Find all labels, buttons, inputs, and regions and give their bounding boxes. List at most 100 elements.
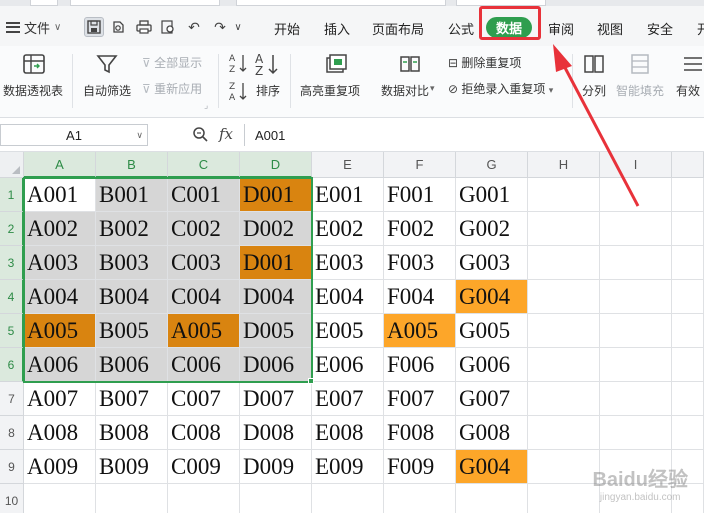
column-header-g[interactable]: G [456, 152, 528, 178]
tab-security[interactable]: 安全 [647, 19, 673, 38]
split-column-button[interactable]: 分列 [576, 46, 612, 116]
cell[interactable]: G008 [456, 416, 528, 450]
cell[interactable]: C007 [168, 382, 240, 416]
row-header-4[interactable]: 4 [0, 280, 24, 314]
cell[interactable] [600, 416, 672, 450]
cell[interactable]: B006 [96, 348, 168, 382]
cell[interactable]: E008 [312, 416, 384, 450]
data-compare-button[interactable]: 数据对比 ▾ [378, 46, 440, 116]
auto-filter-button[interactable]: 自动筛选 [80, 46, 136, 116]
cell[interactable]: F004 [384, 280, 456, 314]
tab-review[interactable]: 审阅 [548, 19, 574, 38]
chevron-down-icon[interactable]: ∨ [136, 130, 143, 141]
row-header-5[interactable]: 5 [0, 314, 24, 348]
cell[interactable] [528, 348, 600, 382]
column-header-a[interactable]: A [24, 152, 96, 178]
row-header-6[interactable]: 6 [0, 348, 24, 382]
remove-duplicates-button[interactable]: ⊟ 删除重复项 [448, 54, 521, 71]
show-all-button[interactable]: ⊽ 全部显示 [142, 54, 202, 71]
cell[interactable]: F003 [384, 246, 456, 280]
fill-handle[interactable] [308, 378, 314, 384]
tab-overflow[interactable]: 开 [697, 19, 704, 38]
cell[interactable]: E002 [312, 212, 384, 246]
cell[interactable]: C008 [168, 416, 240, 450]
cell[interactable]: G003 [456, 246, 528, 280]
column-header-i[interactable]: I [600, 152, 672, 178]
cell[interactable]: A003 [24, 246, 96, 280]
cell[interactable] [528, 450, 600, 484]
select-all-corner[interactable] [0, 152, 24, 178]
dialog-launcher-icon[interactable]: ⌟ [204, 100, 208, 111]
fx-icon[interactable]: fx [219, 125, 233, 143]
cell[interactable]: C004 [168, 280, 240, 314]
cell[interactable]: C001 [168, 178, 240, 212]
cell[interactable]: D009 [240, 450, 312, 484]
tab-insert[interactable]: 插入 [324, 19, 350, 38]
cell[interactable]: D002 [240, 212, 312, 246]
cell[interactable]: B001 [96, 178, 168, 212]
cell[interactable]: G001 [456, 178, 528, 212]
cell[interactable]: D005 [240, 314, 312, 348]
cell[interactable] [384, 484, 456, 513]
cell[interactable]: A002 [24, 212, 96, 246]
cell[interactable] [672, 178, 704, 212]
cell[interactable] [528, 280, 600, 314]
row-header-1[interactable]: 1 [0, 178, 24, 212]
smart-fill-button[interactable]: 智能填充 [614, 46, 666, 116]
cell[interactable]: C003 [168, 246, 240, 280]
cell[interactable]: E009 [312, 450, 384, 484]
cell[interactable] [600, 212, 672, 246]
cell[interactable]: C009 [168, 450, 240, 484]
redo-icon[interactable]: ↷ [210, 17, 230, 37]
cell[interactable]: E004 [312, 280, 384, 314]
find-icon[interactable] [158, 17, 178, 37]
cell[interactable] [600, 280, 672, 314]
row-header-9[interactable]: 9 [0, 450, 24, 484]
cell[interactable] [672, 348, 704, 382]
column-header-partial[interactable] [672, 152, 704, 178]
column-header-c[interactable]: C [168, 152, 240, 178]
cell[interactable]: E006 [312, 348, 384, 382]
cell[interactable] [672, 314, 704, 348]
undo-icon[interactable]: ↶ [184, 17, 204, 37]
cell[interactable] [528, 246, 600, 280]
highlight-duplicates-button[interactable]: 高亮重复项 [298, 46, 374, 116]
cell[interactable]: F008 [384, 416, 456, 450]
cell[interactable]: D007 [240, 382, 312, 416]
name-box[interactable]: A1 ∨ [0, 124, 148, 146]
cell[interactable]: C006 [168, 348, 240, 382]
cell[interactable] [672, 246, 704, 280]
cell[interactable]: D006 [240, 348, 312, 382]
cell[interactable]: A004 [24, 280, 96, 314]
column-header-b[interactable]: B [96, 152, 168, 178]
cell[interactable]: F009 [384, 450, 456, 484]
cell[interactable]: B004 [96, 280, 168, 314]
cell[interactable] [96, 484, 168, 513]
cell[interactable]: E003 [312, 246, 384, 280]
cell[interactable]: B008 [96, 416, 168, 450]
cell[interactable] [600, 382, 672, 416]
cell[interactable] [24, 484, 96, 513]
cell[interactable] [312, 484, 384, 513]
cell[interactable]: G004 [456, 280, 528, 314]
cell[interactable]: G006 [456, 348, 528, 382]
cell[interactable]: E001 [312, 178, 384, 212]
cell[interactable] [672, 280, 704, 314]
tab-view[interactable]: 视图 [597, 19, 623, 38]
cell[interactable] [528, 382, 600, 416]
cell[interactable]: G007 [456, 382, 528, 416]
zoom-icon[interactable] [192, 126, 208, 146]
file-menu[interactable]: 文件 ∨ [6, 16, 61, 38]
cell[interactable] [528, 178, 600, 212]
cell[interactable]: A005 [24, 314, 96, 348]
cell[interactable]: F007 [384, 382, 456, 416]
row-header-2[interactable]: 2 [0, 212, 24, 246]
cell[interactable] [600, 314, 672, 348]
chevron-down-icon[interactable]: ∨ [232, 17, 244, 37]
row-header-8[interactable]: 8 [0, 416, 24, 450]
cell[interactable] [672, 382, 704, 416]
print-preview-icon[interactable] [108, 17, 128, 37]
cell[interactable] [240, 484, 312, 513]
column-header-e[interactable]: E [312, 152, 384, 178]
cell[interactable]: G002 [456, 212, 528, 246]
